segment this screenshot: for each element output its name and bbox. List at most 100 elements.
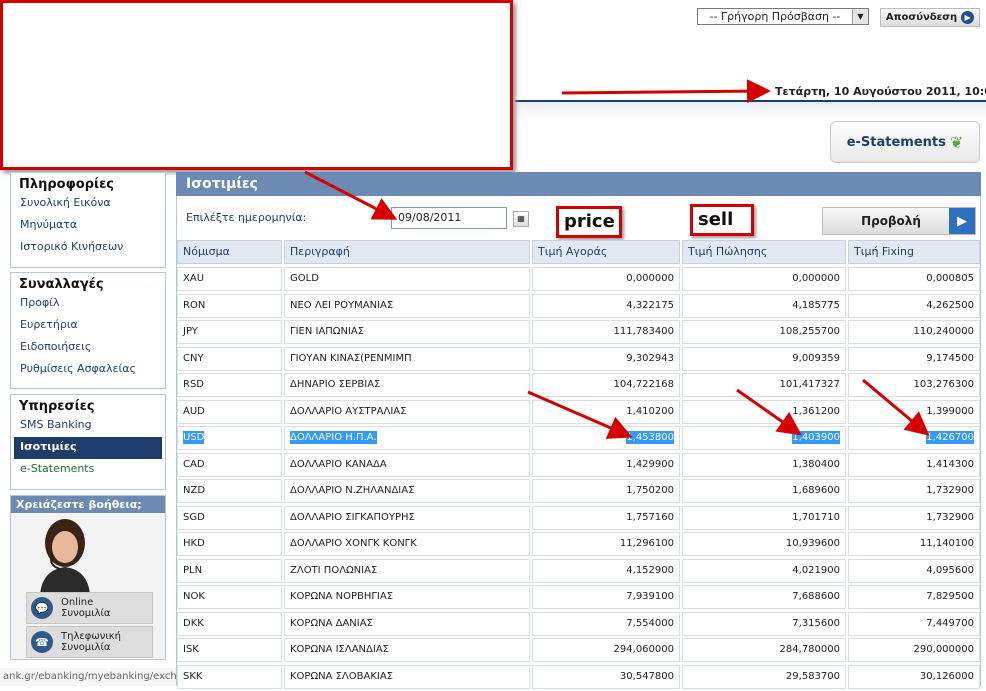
col-buy[interactable]: Τιμή Αγοράς xyxy=(532,240,680,264)
cell-sell: 108,255700 xyxy=(682,320,846,344)
help-title: Χρειάζεστε βοήθεια; xyxy=(11,496,165,513)
cell-currency: RSD xyxy=(177,373,282,397)
cell-fixing: 4,262500 xyxy=(848,293,980,318)
col-sell[interactable]: Τιμή Πώλησης xyxy=(682,240,846,264)
cell-currency: PLN xyxy=(177,558,282,583)
cell-buy: 4,322175 xyxy=(532,293,680,318)
cell-sell: 1,361200 xyxy=(682,399,846,424)
show-button[interactable]: Προβολή ▶ xyxy=(822,207,976,235)
phone-icon: ☎ xyxy=(31,631,53,653)
cell-currency: SGD xyxy=(177,505,282,530)
cell-currency: USD xyxy=(177,426,282,450)
sidebar-item-indexes[interactable]: Ευρετήρια xyxy=(11,315,165,337)
sidebar-info-title: Πληροφορίες xyxy=(19,177,115,192)
cell-fixing: 1,732900 xyxy=(848,479,980,503)
cell-description: ΔΟΛΛΑΡΙΟ Ν.ΖΗΛΑΝΔΙΑΣ xyxy=(284,479,530,503)
cell-description: ΚΟΡΩΝΑ ΣΛΟΒΑΚΙΑΣ xyxy=(284,664,530,689)
cell-description: ΓΙΕΝ ΙΑΠΩΝΙΑΣ xyxy=(284,320,530,344)
sidebar-item-messages[interactable]: Μηνύματα xyxy=(11,215,165,237)
sidebar-item-security[interactable]: Ρυθμίσεις Ασφαλείας xyxy=(11,359,165,381)
cell-buy: 1,750200 xyxy=(532,479,680,503)
cell-description: ΚΟΡΩΝΑ ΙΣΛΑΝΔΙΑΣ xyxy=(284,638,530,662)
cell-fixing: 30,126000 xyxy=(848,664,980,689)
quick-access-value: -- Γρήγορη Πρόσβαση -- xyxy=(709,10,841,23)
page-title: Ισοτιμίες xyxy=(176,172,981,196)
sidebar-transactions-title: Συναλλαγές xyxy=(19,277,104,292)
cell-sell: 4,021900 xyxy=(682,558,846,583)
cell-buy: 9,302943 xyxy=(532,346,680,371)
cell-currency: AUD xyxy=(177,399,282,424)
sidebar-item-overview[interactable]: Συνολική Εικόνα xyxy=(11,193,165,215)
sidebar-item-sms-banking[interactable]: SMS Banking xyxy=(11,415,165,437)
cell-buy: 4,152900 xyxy=(532,558,680,583)
cell-buy: 111,783400 xyxy=(532,320,680,344)
cell-sell: 7,315600 xyxy=(682,611,846,636)
cell-buy: 30,547800 xyxy=(532,664,680,689)
arrow-right-icon: ▶ xyxy=(961,11,975,24)
online-chat-label: Online Συνομιλία xyxy=(61,597,111,619)
col-currency[interactable]: Νόμισμα xyxy=(177,240,282,264)
cell-description: ΔΟΛΛΑΡΙΟ ΑΥΣΤΡΑΛΙΑΣ xyxy=(284,399,530,424)
support-agent-image xyxy=(40,519,90,595)
cell-fixing: 110,240000 xyxy=(848,320,980,344)
cell-currency: ISK xyxy=(177,638,282,662)
phone-chat-button[interactable]: ☎ Τηλεφωνική Συνομιλία xyxy=(26,626,153,658)
sidebar-item-exchange-rates[interactable]: Ισοτιμίες xyxy=(14,437,162,459)
cell-description: ΔΗΝΑΡΙΟ ΣΕΡΒΙΑΣ xyxy=(284,373,530,397)
cell-buy: 1,453800 xyxy=(532,426,680,450)
leaf-icon: ❦ xyxy=(949,132,964,152)
arrow-to-date xyxy=(561,79,771,104)
cell-description: ΓΙΟΥΑΝ ΚΙΝΑΣ(ΡΕΝΜΙΜΠ xyxy=(284,346,530,371)
cell-currency: CAD xyxy=(177,452,282,477)
cell-sell: 1,689600 xyxy=(682,479,846,503)
estatements-logo[interactable]: e-Statements ❦ xyxy=(830,121,980,163)
cell-buy: 294,060000 xyxy=(532,638,680,662)
cell-currency: NZD xyxy=(177,479,282,503)
online-chat-button[interactable]: 💬 Online Συνομιλία xyxy=(26,592,153,624)
current-date: Τετάρτη, 10 Αυγούστου 2011, 10:07 μμ xyxy=(775,85,986,98)
cell-fixing: 1,414300 xyxy=(848,452,980,477)
chat-bubble-icon: 💬 xyxy=(31,597,53,619)
cell-currency: DKK xyxy=(177,611,282,636)
chevron-down-icon[interactable]: ▼ xyxy=(852,9,868,24)
logout-label: Αποσύνδεση xyxy=(885,12,958,23)
cell-sell: 4,185775 xyxy=(682,293,846,318)
cell-description: ΔΟΛΛΑΡΙΟ ΚΑΝΑΔΑ xyxy=(284,452,530,477)
annotation-price: price xyxy=(556,206,622,238)
cell-buy: 0,000000 xyxy=(532,267,680,291)
calendar-icon[interactable]: ▦ xyxy=(513,211,529,227)
phone-chat-label: Τηλεφωνική Συνομιλία xyxy=(61,631,121,653)
show-button-label: Προβολή xyxy=(861,214,921,228)
cell-sell: 0,000000 xyxy=(682,267,846,291)
cell-fixing: 1,426700 xyxy=(848,426,980,450)
cell-sell: 1,701710 xyxy=(682,505,846,530)
cell-fixing: 4,095600 xyxy=(848,558,980,583)
cell-buy: 1,410200 xyxy=(532,399,680,424)
quick-access-select[interactable]: -- Γρήγορη Πρόσβαση -- ▼ xyxy=(697,8,869,25)
sidebar-services-section: Υπηρεσίες SMS Banking Ισοτιμίες e-Statem… xyxy=(10,394,166,490)
col-fixing[interactable]: Τιμή Fixing xyxy=(848,240,980,264)
cell-sell: 9,009359 xyxy=(682,346,846,371)
cell-buy: 104,722168 xyxy=(532,373,680,397)
sidebar-item-notifications[interactable]: Ειδοποιήσεις xyxy=(11,337,165,359)
logout-button[interactable]: Αποσύνδεση ▶ xyxy=(880,8,980,27)
date-input[interactable]: 09/08/2011 xyxy=(391,207,507,229)
sidebar-services-title: Υπηρεσίες xyxy=(19,399,95,414)
cell-currency: JPY xyxy=(177,320,282,344)
sidebar-item-history[interactable]: Ιστορικό Κινήσεων xyxy=(11,237,165,259)
cell-fixing: 290,000000 xyxy=(848,638,980,662)
cell-currency: CNY xyxy=(177,346,282,371)
cell-fixing: 7,449700 xyxy=(848,611,980,636)
cell-description: ΝΕΟ ΛΕΙ ΡΟΥΜΑΝΙΑΣ xyxy=(284,293,530,318)
cell-fixing: 1,732900 xyxy=(848,505,980,530)
sidebar-item-estatements[interactable]: e-Statements xyxy=(11,459,165,481)
cell-buy: 1,757160 xyxy=(532,505,680,530)
cell-sell: 7,688600 xyxy=(682,585,846,609)
cell-description: ΚΟΡΩΝΑ ΝΟΡΒΗΓΙΑΣ xyxy=(284,585,530,609)
col-description[interactable]: Περιγραφή xyxy=(284,240,530,264)
cell-fixing: 0,000805 xyxy=(848,267,980,291)
cell-currency: NOK xyxy=(177,585,282,609)
sidebar-item-profile[interactable]: Προφίλ xyxy=(11,293,165,315)
cell-description: ΖΛΟΤΙ ΠΟΛΩΝΙΑΣ xyxy=(284,558,530,583)
cell-description: ΚΟΡΩΝΑ ΔΑΝΙΑΣ xyxy=(284,611,530,636)
